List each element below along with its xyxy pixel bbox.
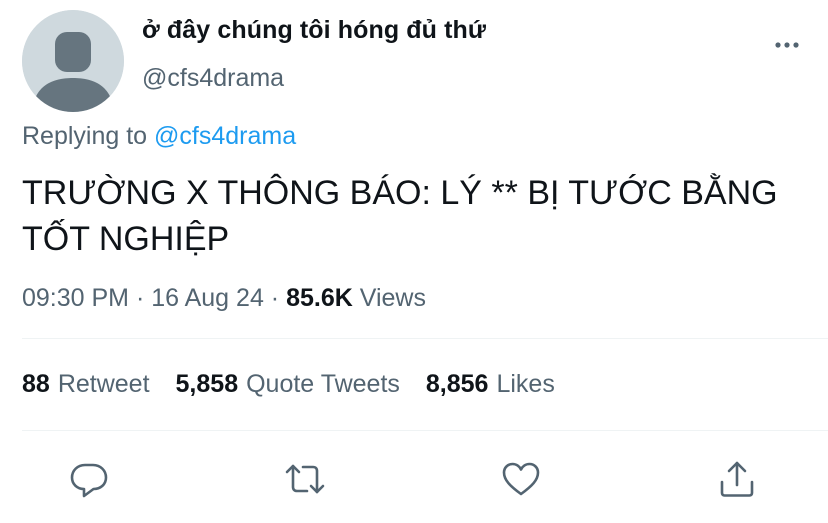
likes-stat[interactable]: 8,856 Likes — [426, 370, 555, 399]
reply-mention-link[interactable]: @cfs4drama — [154, 122, 296, 150]
reply-icon — [70, 463, 108, 498]
default-avatar-icon — [22, 10, 124, 112]
share-icon — [720, 461, 754, 497]
retweet-label: Retweet — [57, 370, 150, 398]
views-count: 85.6K — [286, 284, 353, 312]
likes-count: 8,856 — [425, 370, 489, 398]
avatar[interactable] — [22, 10, 124, 112]
reply-button[interactable] — [68, 458, 110, 500]
divider — [22, 338, 828, 339]
tweet-meta: 09:30 PM · 16 Aug 24 · 85.6K Views — [22, 284, 426, 313]
tweet-time[interactable]: 09:30 PM — [22, 284, 129, 312]
tweet-stats: 88 Retweet 5,858 Quote Tweets 8,856 Likes — [22, 370, 555, 399]
tweet-text: TRƯỜNG X THÔNG BÁO: LÝ ** BỊ TƯỚC BẰNG T… — [22, 174, 778, 258]
quote-stat[interactable]: 5,858 Quote Tweets — [176, 370, 400, 399]
like-button[interactable] — [500, 458, 542, 500]
author-display-name[interactable]: ở đây chúng tôi hóng đủ thứ — [142, 16, 486, 45]
more-button[interactable] — [772, 30, 802, 60]
retweet-icon — [285, 464, 325, 494]
meta-separator: · — [129, 284, 152, 312]
more-icon — [775, 42, 799, 48]
likes-label: Likes — [496, 370, 555, 398]
retweet-button[interactable] — [284, 458, 326, 500]
meta-separator: · — [263, 284, 287, 312]
replying-to: Replying to @cfs4drama — [22, 122, 296, 151]
quote-label: Quote Tweets — [246, 370, 400, 398]
retweet-stat[interactable]: 88 Retweet — [22, 370, 150, 399]
share-button[interactable] — [716, 458, 758, 500]
views-label: Views — [352, 284, 426, 312]
quote-count: 5,858 — [175, 370, 239, 398]
author-handle[interactable]: @cfs4drama — [142, 64, 284, 93]
retweet-count: 88 — [22, 370, 50, 398]
divider — [22, 430, 828, 431]
like-icon — [502, 462, 540, 496]
replying-to-prefix: Replying to — [22, 122, 155, 150]
tweet-date[interactable]: 16 Aug 24 — [151, 284, 264, 312]
